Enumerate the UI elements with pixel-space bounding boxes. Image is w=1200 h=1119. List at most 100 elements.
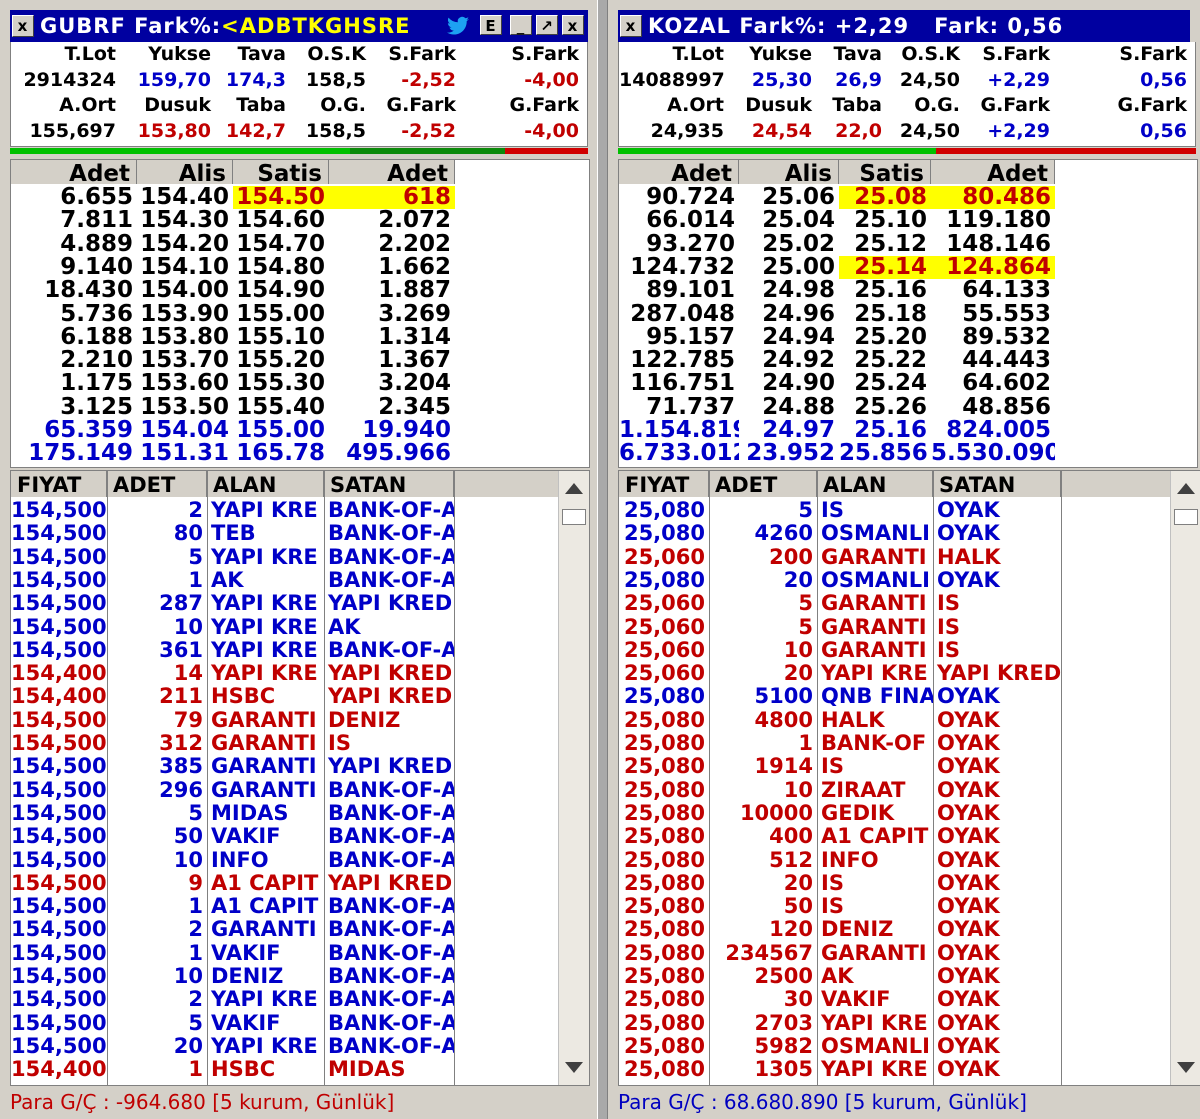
order-book-row[interactable]: 1.154.819 24.97 25.16 824.005 <box>619 419 1197 442</box>
scroll-thumb[interactable] <box>562 509 586 525</box>
col-satis[interactable]: Satis <box>839 160 931 184</box>
trade-row[interactable]: 154,500 296 GARANTI BANK-OF-A <box>11 779 589 802</box>
col-adet-ask[interactable]: Adet <box>931 160 1055 184</box>
trade-row[interactable]: 154,500 20 YAPI KRE BANK-OF-A <box>11 1035 589 1058</box>
trade-row[interactable]: 25,080 20 IS OYAK <box>619 872 1200 895</box>
col-satan[interactable]: SATAN <box>933 471 1061 497</box>
trade-row[interactable]: 154,500 312 GARANTI IS <box>11 732 589 755</box>
trade-row[interactable]: 25,080 5100 QNB FINA OYAK <box>619 685 1200 708</box>
minimize-button[interactable]: _ <box>510 15 532 35</box>
order-book-row[interactable]: 9.140 154.10 154.80 1.662 <box>11 256 589 279</box>
order-book-row[interactable]: 6.655 154.40 154.50 618 <box>11 186 589 209</box>
trade-row[interactable]: 154,400 1 HSBC MIDAS <box>11 1058 589 1081</box>
order-book-row[interactable]: 5.736 153.90 155.00 3.269 <box>11 303 589 326</box>
col-adet[interactable]: ADET <box>709 471 817 497</box>
trade-row[interactable]: 25,080 30 VAKIF OYAK <box>619 988 1200 1011</box>
order-book-row[interactable]: 116.751 24.90 25.24 64.602 <box>619 372 1197 395</box>
order-book-row[interactable]: 90.724 25.06 25.08 80.486 <box>619 186 1197 209</box>
trade-row[interactable]: 154,500 1 VAKIF BANK-OF-A <box>11 942 589 965</box>
order-book-row[interactable]: 18.430 154.00 154.90 1.887 <box>11 279 589 302</box>
order-book-row[interactable]: 95.157 24.94 25.20 89.532 <box>619 326 1197 349</box>
order-book-row[interactable]: 65.359 154.04 155.00 19.940 <box>11 419 589 442</box>
order-book-row[interactable]: 2.210 153.70 155.20 1.367 <box>11 349 589 372</box>
col-alis[interactable]: Alis <box>137 160 233 184</box>
trade-row[interactable]: 154,400 14 YAPI KRE YAPI KRED <box>11 662 589 685</box>
system-menu-icon[interactable]: x <box>12 15 34 37</box>
system-menu-icon[interactable]: x <box>620 15 642 37</box>
scroll-down-icon[interactable] <box>1177 1062 1195 1073</box>
order-book-row[interactable]: 6.188 153.80 155.10 1.314 <box>11 326 589 349</box>
col-adet[interactable]: ADET <box>107 471 207 497</box>
panel-divider[interactable] <box>597 0 608 1119</box>
trade-row[interactable]: 25,080 4800 HALK OYAK <box>619 709 1200 732</box>
trade-row[interactable]: 25,080 1 BANK-OF OYAK <box>619 732 1200 755</box>
order-book-row[interactable]: 71.737 24.88 25.26 48.856 <box>619 396 1197 419</box>
trade-row[interactable]: 25,080 20 OSMANLI OYAK <box>619 569 1200 592</box>
trade-row[interactable]: 25,080 234567 GARANTI OYAK <box>619 942 1200 965</box>
scroll-down-icon[interactable] <box>565 1062 583 1073</box>
trade-row[interactable]: 154,500 5 VAKIF BANK-OF-A <box>11 1012 589 1035</box>
maximize-button[interactable]: ↗ <box>536 15 558 35</box>
col-alan[interactable]: ALAN <box>207 471 324 497</box>
trade-row[interactable]: 154,500 1 A1 CAPIT BANK-OF-A <box>11 895 589 918</box>
scroll-thumb[interactable] <box>1174 509 1198 525</box>
e-button[interactable]: E <box>480 15 502 35</box>
col-adet-bid[interactable]: Adet <box>11 160 137 184</box>
trade-row[interactable]: 154,500 2 GARANTI BANK-OF-A <box>11 918 589 941</box>
col-adet-ask[interactable]: Adet <box>329 160 455 184</box>
trade-row[interactable]: 154,500 287 YAPI KRE YAPI KRED <box>11 592 589 615</box>
twitter-icon[interactable] <box>446 14 470 38</box>
order-book-row[interactable]: 66.014 25.04 25.10 119.180 <box>619 209 1197 232</box>
trade-row[interactable]: 154,500 50 VAKIF BANK-OF-A <box>11 825 589 848</box>
trade-row[interactable]: 154,500 5 YAPI KRE BANK-OF-A <box>11 546 589 569</box>
trade-row[interactable]: 154,500 385 GARANTI YAPI KRED <box>11 755 589 778</box>
trade-row[interactable]: 25,080 50 IS OYAK <box>619 895 1200 918</box>
order-book-row[interactable]: 287.048 24.96 25.18 55.553 <box>619 303 1197 326</box>
trade-row[interactable]: 25,060 5 GARANTI IS <box>619 616 1200 639</box>
order-book-row[interactable]: 7.811 154.30 154.60 2.072 <box>11 209 589 232</box>
trade-row[interactable]: 25,060 200 GARANTI HALK <box>619 546 1200 569</box>
order-book-row[interactable]: 1.175 153.60 155.30 3.204 <box>11 372 589 395</box>
gubrf-titlebar[interactable]: x GUBRF Fark%:<ADBTKGHSRE E _ ↗ x <box>10 10 588 42</box>
trade-row[interactable]: 154,500 361 YAPI KRE BANK-OF-A <box>11 639 589 662</box>
trade-row[interactable]: 25,080 1305 YAPI KRE OYAK <box>619 1058 1200 1081</box>
trade-row[interactable]: 25,080 4260 OSMANLI OYAK <box>619 522 1200 545</box>
order-book-row[interactable]: 122.785 24.92 25.22 44.443 <box>619 349 1197 372</box>
trade-row[interactable]: 25,080 2500 AK OYAK <box>619 965 1200 988</box>
trade-row[interactable]: 25,080 512 INFO OYAK <box>619 849 1200 872</box>
col-satis[interactable]: Satis <box>233 160 329 184</box>
order-book-row[interactable]: 89.101 24.98 25.16 64.133 <box>619 279 1197 302</box>
trade-row[interactable]: 25,080 120 DENIZ OYAK <box>619 918 1200 941</box>
trade-scrollbar[interactable] <box>1170 471 1200 1085</box>
trade-scrollbar[interactable] <box>558 471 589 1085</box>
trade-row[interactable]: 25,080 2703 YAPI KRE OYAK <box>619 1012 1200 1035</box>
order-book-row[interactable]: 93.270 25.02 25.12 148.146 <box>619 233 1197 256</box>
trade-row[interactable]: 25,080 5 IS OYAK <box>619 499 1200 522</box>
col-alis[interactable]: Alis <box>739 160 839 184</box>
order-book-row[interactable]: 175.149 151.31 165.78 495.966 <box>11 442 589 465</box>
trade-row[interactable]: 154,500 79 GARANTI DENIZ <box>11 709 589 732</box>
trade-row[interactable]: 154,400 211 HSBC YAPI KRED <box>11 685 589 708</box>
order-book-row[interactable]: 124.732 25.00 25.14 124.864 <box>619 255 1197 279</box>
trade-row[interactable]: 154,500 10 YAPI KRE AK <box>11 616 589 639</box>
trade-row[interactable]: 25,060 10 GARANTI IS <box>619 639 1200 662</box>
trade-row[interactable]: 25,080 10 ZIRAAT OYAK <box>619 779 1200 802</box>
trade-row[interactable]: 154,500 2 YAPI KRE BANK-OF-A <box>11 988 589 1011</box>
order-book-row[interactable]: 4.889 154.20 154.70 2.202 <box>11 233 589 256</box>
trade-row[interactable]: 154,500 10 DENIZ BANK-OF-A <box>11 965 589 988</box>
trade-row[interactable]: 154,500 2 YAPI KRE BANK-OF-A <box>11 499 589 522</box>
trade-row[interactable]: 154,500 9 A1 CAPIT YAPI KRED <box>11 872 589 895</box>
trade-row[interactable]: 154,500 10 INFO BANK-OF-A <box>11 849 589 872</box>
trade-row[interactable]: 25,060 5 GARANTI IS <box>619 592 1200 615</box>
scroll-up-icon[interactable] <box>565 483 583 494</box>
col-satan[interactable]: SATAN <box>324 471 454 497</box>
scroll-up-icon[interactable] <box>1177 483 1195 494</box>
col-alan[interactable]: ALAN <box>817 471 933 497</box>
col-fiyat[interactable]: FIYAT <box>11 471 107 497</box>
trade-row[interactable]: 154,500 1 AK BANK-OF-A <box>11 569 589 592</box>
kozal-titlebar[interactable]: x KOZAL Fark%: +2,29 Fark: 0,56 <box>618 10 1190 42</box>
close-button[interactable]: x <box>562 15 584 35</box>
col-adet-bid[interactable]: Adet <box>619 160 739 184</box>
trade-row[interactable]: 25,080 5982 OSMANLI OYAK <box>619 1035 1200 1058</box>
trade-row[interactable]: 25,080 10000 GEDIK OYAK <box>619 802 1200 825</box>
